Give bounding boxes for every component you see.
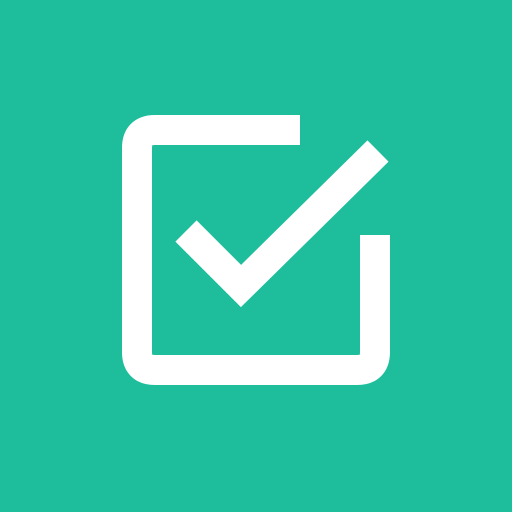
checkbox-checked-icon — [0, 0, 512, 512]
app-icon — [0, 0, 512, 512]
